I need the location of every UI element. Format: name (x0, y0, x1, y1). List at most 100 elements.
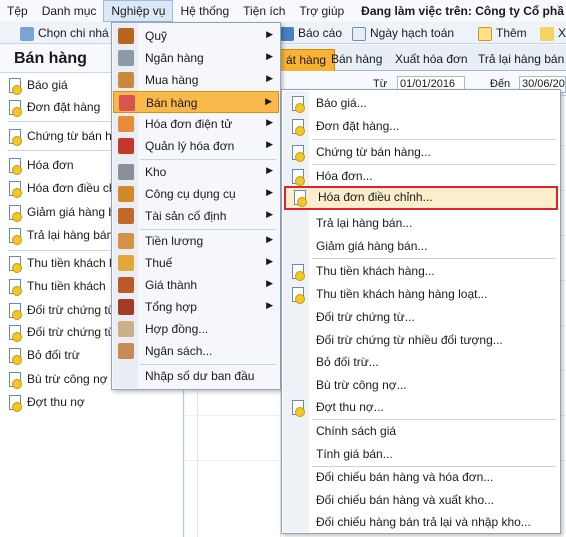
menu-item-label: Tổng hợp (145, 300, 197, 314)
submenu-arrow-icon: ▶ (266, 139, 273, 149)
menu-item-ngan-hang[interactable]: Ngân hàng ▶ (113, 47, 279, 69)
menu-item-quy[interactable]: Quỹ ▶ (113, 25, 279, 47)
menu-item-kho[interactable]: Kho ▶ (113, 161, 279, 183)
tab-tra-lai-hang-ban[interactable]: Trả lại hàng bán (470, 49, 566, 71)
submenu-doi-chieu-xuat-kho[interactable]: Đối chiếu bán hàng và xuất kho... (284, 489, 558, 511)
document-icon (291, 119, 305, 136)
submenu-thu-tien-hang-loat[interactable]: Thu tiền khách hàng hàng loạt... (284, 283, 558, 305)
submenu-chinh-sach-gia[interactable]: Chính sách giá (284, 420, 558, 442)
bank-icon (118, 50, 134, 66)
submenu-bu-tru-cong-no[interactable]: Bù trừ công nợ... (284, 374, 558, 396)
submenu-doi-chieu-hoa-don[interactable]: Đối chiếu bán hàng và hóa đơn... (284, 466, 558, 488)
submenu-arrow-icon: ▶ (265, 96, 272, 106)
left-item-doi-tru-2[interactable]: Đối trừ chứng từ (8, 322, 116, 342)
menu-item-tai-san-co-dinh[interactable]: Tài sản cố định ▶ (113, 205, 279, 227)
menu-item-label: Tiền lương (145, 234, 204, 248)
submenu-doi-chieu-tra-lai[interactable]: Đối chiếu hàng bán trả lại và nhập kho..… (284, 511, 558, 533)
menu-item-cong-cu-dung-cu[interactable]: Công cụ dụng cụ ▶ (113, 183, 279, 205)
menu-item-tien-luong[interactable]: Tiền lương ▶ (113, 230, 279, 252)
submenu-doi-tru-chung-tu[interactable]: Đối trừ chứng từ... (284, 306, 558, 328)
left-item-label: Thu tiền khách (27, 279, 106, 293)
menu-item-quan-ly-hoa-don[interactable]: Quản lý hóa đơn ▶ (113, 135, 279, 157)
summary-icon (118, 299, 134, 315)
document-icon (8, 180, 22, 198)
submenu-thu-tien-khach-hang[interactable]: Thu tiền khách hàng... (284, 260, 558, 282)
document-icon (8, 77, 22, 95)
submenu-item-label: Báo giá... (316, 96, 367, 110)
posting-date-button[interactable]: Ngày hạch toán (352, 25, 454, 42)
submenu-tinh-gia-ban[interactable]: Tính giá bán... (284, 443, 558, 465)
choose-branch-label: Chọn chi nhá (38, 26, 109, 40)
document-icon (291, 400, 305, 417)
submenu-doi-tru-nhieu-doi-tuong[interactable]: Đối trừ chứng từ nhiều đối tượng... (284, 329, 558, 351)
menu-item-nhap-so-du[interactable]: Nhập số dư ban đầu (113, 365, 279, 387)
submenu-hoa-don[interactable]: Hóa đơn... (284, 165, 558, 187)
document-icon (8, 99, 22, 117)
cart-icon (118, 72, 134, 88)
left-item-hoa-don-dieu-chinh[interactable]: Hóa đơn điều ch (8, 178, 116, 198)
branch-icon (20, 26, 34, 41)
cost-icon (118, 277, 134, 293)
submenu-tra-lai-hang-ban[interactable]: Trả lại hàng bán... (284, 212, 558, 234)
menu-item-hop-dong[interactable]: Hợp đồng... (113, 318, 279, 340)
submenu-item-label: Hóa đơn... (316, 169, 373, 183)
choose-branch-button[interactable]: Chọn chi nhá (20, 25, 109, 42)
submenu-bo-doi-tru[interactable]: Bỏ đối trừ... (284, 351, 558, 373)
left-item-bu-tru[interactable]: Bù trừ công nợ (8, 369, 108, 389)
submenu-don-dat-hang[interactable]: Đơn đặt hàng... (284, 115, 558, 137)
menu-item-gia-thanh[interactable]: Giá thành ▶ (113, 274, 279, 296)
tax-icon (118, 255, 134, 271)
working-company-label: Đang làm việc trên: Công ty Cổ phầ (361, 4, 564, 18)
left-item-don-dat-hang[interactable]: Đơn đặt hàng (8, 97, 100, 117)
left-item-dot-thu-no[interactable]: Đợt thu nợ (8, 392, 85, 412)
submenu-item-label: Tính giá bán... (316, 447, 393, 461)
submenu-item-label: Đối trừ chứng từ... (316, 310, 415, 324)
menu-item-tong-hop[interactable]: Tổng hợp ▶ (113, 296, 279, 318)
toolbar: Chọn chi nhá Báo cáo Ngày hạch toán Thêm… (0, 22, 566, 44)
submenu-item-label: Thu tiền khách hàng hàng loạt... (316, 287, 488, 301)
e-invoice-icon (118, 116, 134, 132)
left-item-chung-tu-ban-hang[interactable]: Chứng từ bán hà (8, 126, 118, 146)
menu-danh-muc[interactable]: Danh mục (35, 0, 104, 22)
submenu-item-label: Thu tiền khách hàng... (316, 264, 435, 278)
left-item-hoa-don[interactable]: Hóa đơn (8, 155, 74, 175)
submenu-chung-tu-ban-hang[interactable]: Chứng từ bán hàng... (284, 141, 558, 163)
left-item-bao-gia[interactable]: Báo giá (8, 75, 68, 95)
warehouse-icon (118, 164, 134, 180)
menu-item-ban-hang[interactable]: Bán hàng ▶ (113, 91, 279, 113)
left-item-doi-tru-1[interactable]: Đối trừ chứng từ (8, 300, 116, 320)
edit-button[interactable]: X (540, 25, 566, 42)
tab-ban-hang[interactable]: Bán hàng (323, 49, 390, 71)
left-item-label: Trả lại hàng bán (27, 228, 114, 242)
left-item-thu-tien-1[interactable]: Thu tiền khách h (8, 253, 116, 273)
add-button[interactable]: Thêm (478, 25, 527, 42)
submenu-hoa-don-dieu-chinh[interactable]: Hóa đơn điều chỉnh... (284, 186, 558, 210)
report-button[interactable]: Báo cáo (280, 25, 342, 42)
submenu-item-label: Giảm giá hàng bán... (316, 239, 428, 253)
left-item-tra-lai[interactable]: Trả lại hàng bán (8, 225, 113, 245)
document-icon (8, 227, 22, 245)
submenu-bao-gia[interactable]: Báo giá... (284, 92, 558, 114)
menu-item-thue[interactable]: Thuế ▶ (113, 252, 279, 274)
left-item-bo-doi-tru[interactable]: Bỏ đối trừ (8, 345, 80, 365)
menu-item-ngan-sach[interactable]: Ngân sách... (113, 340, 279, 362)
menu-item-label: Quản lý hóa đơn (145, 139, 235, 153)
menu-tro-giup[interactable]: Trợ giúp (292, 0, 351, 22)
menu-nghiep-vu[interactable]: Nghiệp vụ (103, 0, 174, 22)
menu-tep[interactable]: Tệp (0, 0, 35, 22)
menu-item-hoa-don-dien-tu[interactable]: Hóa đơn điện tử ▶ (113, 113, 279, 135)
submenu-arrow-icon: ▶ (266, 234, 273, 244)
left-item-label: Đối trừ chứng từ (27, 303, 116, 317)
left-item-giam-gia[interactable]: Giảm giá hàng b (8, 202, 115, 222)
menu-item-label: Thuế (145, 256, 173, 270)
submenu-giam-gia-hang-ban[interactable]: Giảm giá hàng bán... (284, 235, 558, 257)
left-item-label: Thu tiền khách h (27, 256, 116, 270)
left-item-thu-tien-2[interactable]: Thu tiền khách (8, 276, 106, 296)
menu-he-thong[interactable]: Hệ thống (173, 0, 236, 22)
menu-item-mua-hang[interactable]: Mua hàng ▶ (113, 69, 279, 91)
tab-xuat-hoa-don[interactable]: Xuất hóa đơn (387, 49, 476, 71)
budget-icon (118, 343, 134, 359)
left-item-label: Đợt thu nợ (27, 395, 85, 409)
menu-tien-ich[interactable]: Tiện ích (236, 0, 292, 22)
submenu-dot-thu-no[interactable]: Đợt thu nợ... (284, 396, 558, 418)
